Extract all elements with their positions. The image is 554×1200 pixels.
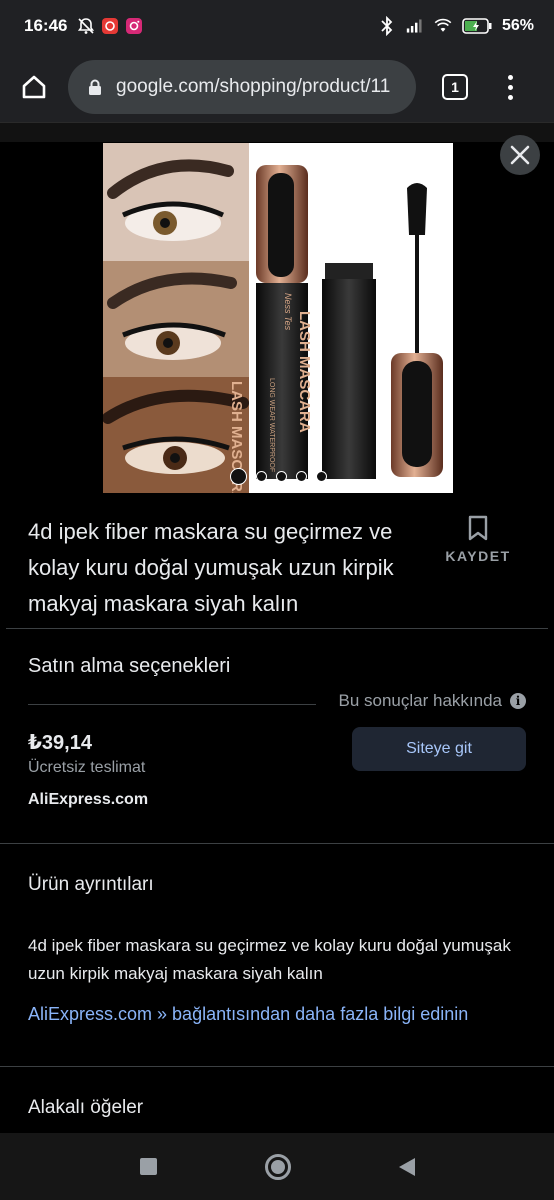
carousel-dot[interactable]: [275, 471, 287, 482]
info-icon: i: [510, 693, 526, 709]
more-vertical-icon: [507, 74, 513, 80]
product-description: 4d ipek fiber maskara su geçirmez ve kol…: [28, 936, 511, 983]
save-label: KAYDET: [445, 548, 511, 564]
home-button[interactable]: [14, 67, 54, 107]
system-icons: 56%: [378, 16, 534, 36]
divider: [0, 843, 554, 844]
mascara-brand-script: Ness Tes: [283, 293, 293, 331]
shipping-info: Ücretsiz teslimat: [28, 759, 146, 776]
more-info-link[interactable]: AliExpress.com » bağlantısından daha faz…: [28, 1004, 468, 1025]
related-items-title: Alakalı öğeler: [28, 1097, 144, 1118]
status-bar: 16:46 56%: [0, 0, 554, 52]
more-options-button[interactable]: [498, 67, 522, 107]
signal-icon: [406, 17, 424, 35]
image-carousel-dots[interactable]: [103, 468, 453, 485]
tab-count: 1: [451, 79, 459, 95]
merchant-name[interactable]: AliExpress.com: [28, 791, 148, 809]
system-navigation-bar: [0, 1133, 554, 1200]
address-bar[interactable]: google.com/shopping/product/11: [68, 60, 416, 114]
carousel-dot[interactable]: [229, 468, 247, 485]
battery-charging-icon: [462, 17, 492, 35]
sheet-top-edge: [0, 122, 554, 142]
about-results-link[interactable]: Bu sonuçlar hakkında i: [338, 691, 526, 711]
notification-icons: [77, 17, 143, 35]
mascara-subtext: LONG WEAR WATERPROOF: [268, 378, 275, 473]
bookmark-icon: [468, 515, 488, 541]
close-icon: [510, 145, 530, 165]
divider: [28, 704, 316, 705]
mascara-product-photo: [103, 143, 453, 493]
wifi-icon: [434, 17, 452, 35]
product-title: 4d ipek fiber maskara su geçirmez ve kol…: [28, 519, 394, 616]
divider: [6, 628, 548, 629]
bluetooth-icon: [378, 16, 396, 36]
about-results-label: Bu sonuçlar hakkında: [338, 691, 503, 710]
lock-icon: [89, 79, 101, 95]
instagram-icon: [125, 17, 143, 35]
url-text: google.com/shopping/product/11: [116, 76, 391, 97]
app-notification-icon: [101, 17, 119, 35]
carousel-dot[interactable]: [315, 471, 327, 482]
home-icon: [22, 75, 46, 99]
carousel-dot[interactable]: [295, 471, 307, 482]
tab-switcher-button[interactable]: 1: [442, 74, 468, 100]
visit-site-label: Siteye git: [406, 740, 472, 757]
save-button[interactable]: KAYDET: [440, 514, 516, 564]
close-button[interactable]: [500, 135, 540, 175]
product-image[interactable]: LASH MASCARA LASH MASCARA Ness Tes LONG …: [103, 143, 453, 493]
home-circle-icon: [270, 1159, 285, 1174]
mascara-label-right: LASH MASCARA: [296, 311, 313, 433]
visit-site-button[interactable]: Siteye git: [352, 727, 526, 771]
purchase-options-title: Satın alma seçenekleri: [28, 655, 231, 677]
product-details-title: Ürün ayrıntıları: [28, 874, 154, 895]
browser-toolbar: google.com/shopping/product/11 1: [0, 52, 554, 122]
status-time: 16:46: [24, 16, 68, 35]
carousel-dot[interactable]: [255, 471, 267, 482]
battery-percent: 56%: [501, 17, 534, 34]
price: ₺39,14: [28, 732, 92, 754]
divider: [0, 1066, 554, 1067]
home-nav-button[interactable]: [264, 1153, 291, 1180]
mute-bell-icon: [77, 17, 95, 35]
back-button[interactable]: [398, 1157, 415, 1176]
recents-button[interactable]: [139, 1158, 157, 1175]
